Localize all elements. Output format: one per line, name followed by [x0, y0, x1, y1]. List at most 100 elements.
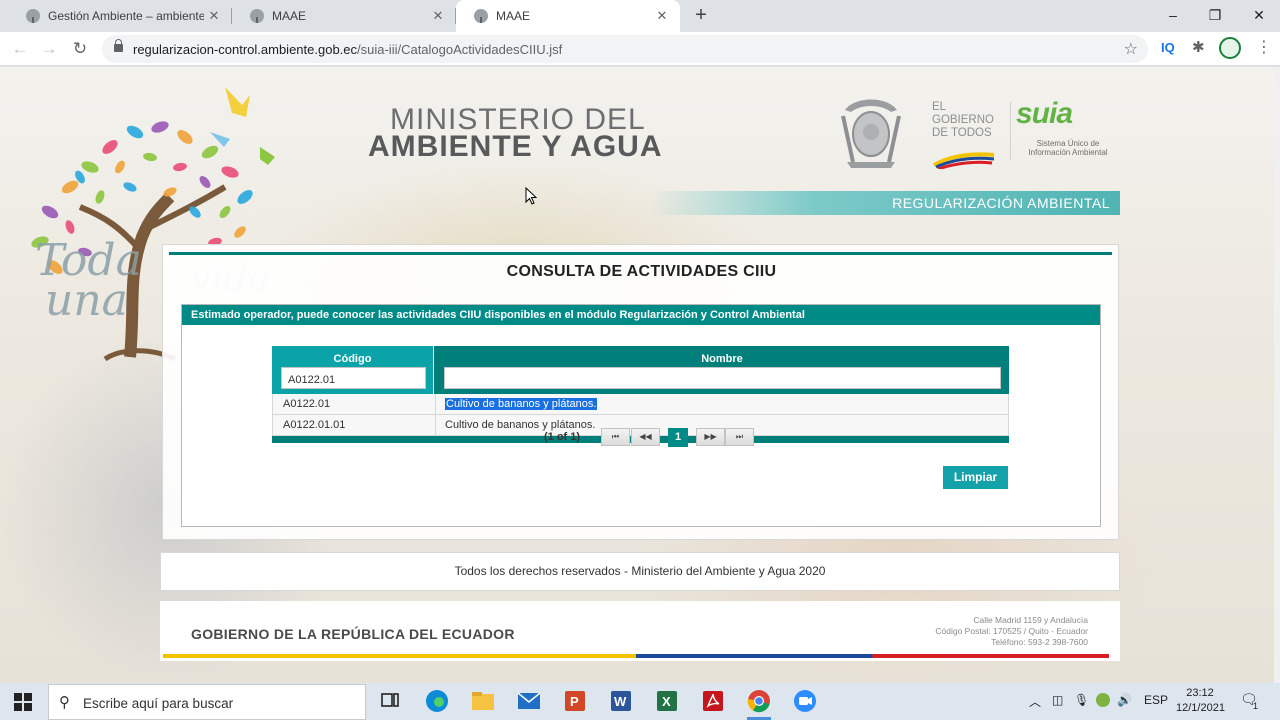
- column-label: Nombre: [701, 353, 743, 365]
- cell-codigo: A0122.01: [283, 398, 331, 410]
- browser-tab-bar: Gestión Ambiente – ambiente-ag ✕ MAAE ✕ …: [0, 0, 1280, 32]
- page-number-1[interactable]: 1: [668, 428, 688, 447]
- gobierno-text-line: DE TODOS: [932, 127, 992, 139]
- address-line: Código Postal: 170525 / Quito - Ecuador: [935, 626, 1088, 636]
- tab-maae-1[interactable]: MAAE ✕: [232, 0, 456, 32]
- codigo-filter-input[interactable]: [281, 367, 426, 389]
- forward-arrow-icon[interactable]: →: [38, 38, 60, 60]
- mail-icon[interactable]: [515, 688, 543, 714]
- extensions-puzzle-icon[interactable]: ✱: [1192, 38, 1205, 56]
- suia-subtitle: Sistema Único de Información Ambiental: [1028, 139, 1108, 157]
- ministry-title-line2: AMBIENTE Y AGUA: [368, 130, 663, 163]
- system-clock[interactable]: 23:12 12/1/2021: [1176, 686, 1225, 716]
- clock-time: 23:12: [1186, 687, 1214, 699]
- copyright-text: Todos los derechos reservados - Minister…: [454, 564, 826, 578]
- close-tab-icon[interactable]: ✕: [204, 8, 224, 24]
- microphone-icon[interactable]: 🎙: [1074, 693, 1089, 707]
- reload-icon[interactable]: ↻: [69, 38, 91, 60]
- last-page-icon[interactable]: ⏭: [725, 428, 754, 446]
- url-path: /suia-iii/CatalogoActividadesCIIU.jsf: [357, 42, 563, 57]
- address-line: Teléfono: 593-2 398-7600: [991, 637, 1088, 647]
- consulta-panel: CONSULTA DE ACTIVIDADES CIIU Estimado op…: [162, 244, 1119, 540]
- meet-now-icon[interactable]: ◫: [1052, 693, 1063, 707]
- gobierno-text-line: EL: [932, 101, 947, 113]
- file-explorer-icon[interactable]: [469, 688, 497, 714]
- minimize-window-icon[interactable]: –: [1150, 0, 1196, 30]
- browser-toolbar: ← → ↻ regularizacion-control.ambiente.go…: [0, 32, 1280, 66]
- svg-text:P: P: [570, 694, 579, 709]
- page-viewport: Toda una vida MINISTERIO DEL AMBIENTE Y …: [0, 67, 1280, 683]
- bookmark-star-icon[interactable]: ☆: [1124, 39, 1138, 59]
- limpiar-button[interactable]: Limpiar: [943, 466, 1008, 489]
- address-block: Calle Madrid 1159 y Andalucía Código Pos…: [935, 615, 1088, 648]
- address-line: Calle Madrid 1159 y Andalucía: [973, 615, 1088, 625]
- svg-text:W: W: [614, 694, 627, 709]
- government-name: GOBIERNO DE LA REPÚBLICA DEL ECUADOR: [191, 626, 515, 642]
- page-scrollbar[interactable]: [1274, 67, 1280, 683]
- close-window-icon[interactable]: ✕: [1236, 0, 1280, 30]
- back-arrow-icon[interactable]: ←: [9, 38, 31, 60]
- suia-logo: suia: [1016, 97, 1073, 130]
- table-row[interactable]: A0122.01 Cultivo de bananos y plátanos.: [272, 394, 1009, 415]
- panel-top-accent: [169, 252, 1112, 255]
- browser-menu-icon[interactable]: ⋮: [1256, 37, 1272, 57]
- paginator: (1 of 1) ⏮ ◀◀ 1 ▶▶ ⏭: [182, 428, 1100, 448]
- info-message-bar: Estimado operador, puede conocer las act…: [182, 305, 1100, 325]
- search-placeholder: Escribe aquí para buscar: [83, 696, 234, 711]
- government-footer: GOBIERNO DE LA REPÚBLICA DEL ECUADOR Cal…: [160, 601, 1120, 661]
- profile-avatar-icon[interactable]: [1219, 37, 1241, 59]
- windows-taskbar: ⚲ Escribe aquí para buscar P W X ︿ ◫ 🎙 🔊…: [0, 683, 1280, 720]
- taskbar-search-box[interactable]: ⚲ Escribe aquí para buscar: [48, 684, 366, 720]
- tree-logo-text: una: [45, 275, 128, 326]
- gobierno-swoosh-icon: [933, 152, 995, 169]
- notification-count: 1: [1253, 701, 1259, 711]
- cell-divider: [435, 394, 436, 414]
- previous-page-icon[interactable]: ◀◀: [631, 428, 660, 446]
- tab-gestion-ambiente[interactable]: Gestión Ambiente – ambiente-ag ✕: [8, 0, 232, 32]
- svg-text:X: X: [662, 694, 671, 709]
- coat-of-arms-icon: [841, 99, 901, 168]
- cell-nombre-selected: Cultivo de bananos y plátanos.: [445, 398, 598, 410]
- acrobat-icon[interactable]: [699, 688, 727, 714]
- consulta-form: Estimado operador, puede conocer las act…: [181, 304, 1101, 527]
- language-indicator[interactable]: ESP: [1144, 693, 1168, 707]
- powerpoint-icon[interactable]: P: [561, 688, 589, 714]
- word-icon[interactable]: W: [607, 688, 635, 714]
- volume-icon[interactable]: 🔊: [1117, 693, 1132, 707]
- next-page-icon[interactable]: ▶▶: [696, 428, 725, 446]
- tab-title: MAAE: [272, 9, 307, 23]
- clock-date: 12/1/2021: [1176, 702, 1225, 714]
- chrome-icon: [747, 690, 770, 713]
- tab-maae-active[interactable]: MAAE ✕: [456, 0, 680, 32]
- edge-icon[interactable]: [423, 688, 451, 714]
- tab-title: Gestión Ambiente – ambiente-ag: [48, 9, 204, 23]
- task-view-icon[interactable]: [376, 688, 404, 714]
- url-text: regularizacion-control.ambiente.gob.ec/s…: [133, 42, 562, 57]
- table-header: Código Nombre: [272, 346, 1009, 394]
- new-tab-button[interactable]: +: [690, 4, 712, 26]
- zoom-icon[interactable]: [791, 688, 819, 714]
- nombre-filter-input[interactable]: [444, 367, 1001, 389]
- excel-icon[interactable]: X: [653, 688, 681, 714]
- iq-extension-icon[interactable]: IQ: [1161, 40, 1175, 55]
- column-header-codigo[interactable]: Código: [272, 346, 434, 394]
- show-hidden-icons-icon[interactable]: ︿: [1029, 693, 1041, 710]
- column-header-nombre[interactable]: Nombre: [435, 346, 1009, 394]
- header-divider: [1010, 102, 1011, 160]
- security-shield-icon[interactable]: [1096, 693, 1110, 707]
- address-bar[interactable]: regularizacion-control.ambiente.gob.ec/s…: [102, 35, 1148, 63]
- mouse-cursor-icon: [525, 187, 537, 205]
- tree-favicon-icon: [474, 9, 488, 23]
- first-page-icon[interactable]: ⏮: [601, 428, 630, 446]
- tree-favicon-icon: [250, 9, 264, 23]
- gobierno-text-line: GOBIERNO: [932, 114, 994, 126]
- restore-window-icon[interactable]: ❐: [1192, 0, 1238, 30]
- close-tab-icon[interactable]: ✕: [428, 8, 448, 24]
- lock-icon: [114, 39, 123, 52]
- windows-start-icon[interactable]: [14, 693, 32, 711]
- tree-favicon-icon: [26, 9, 40, 23]
- close-tab-icon[interactable]: ✕: [652, 8, 672, 24]
- section-banner: REGULARIZACIÓN AMBIENTAL: [650, 191, 1120, 215]
- column-label: Código: [333, 353, 372, 365]
- chrome-running-indicator[interactable]: [745, 688, 773, 720]
